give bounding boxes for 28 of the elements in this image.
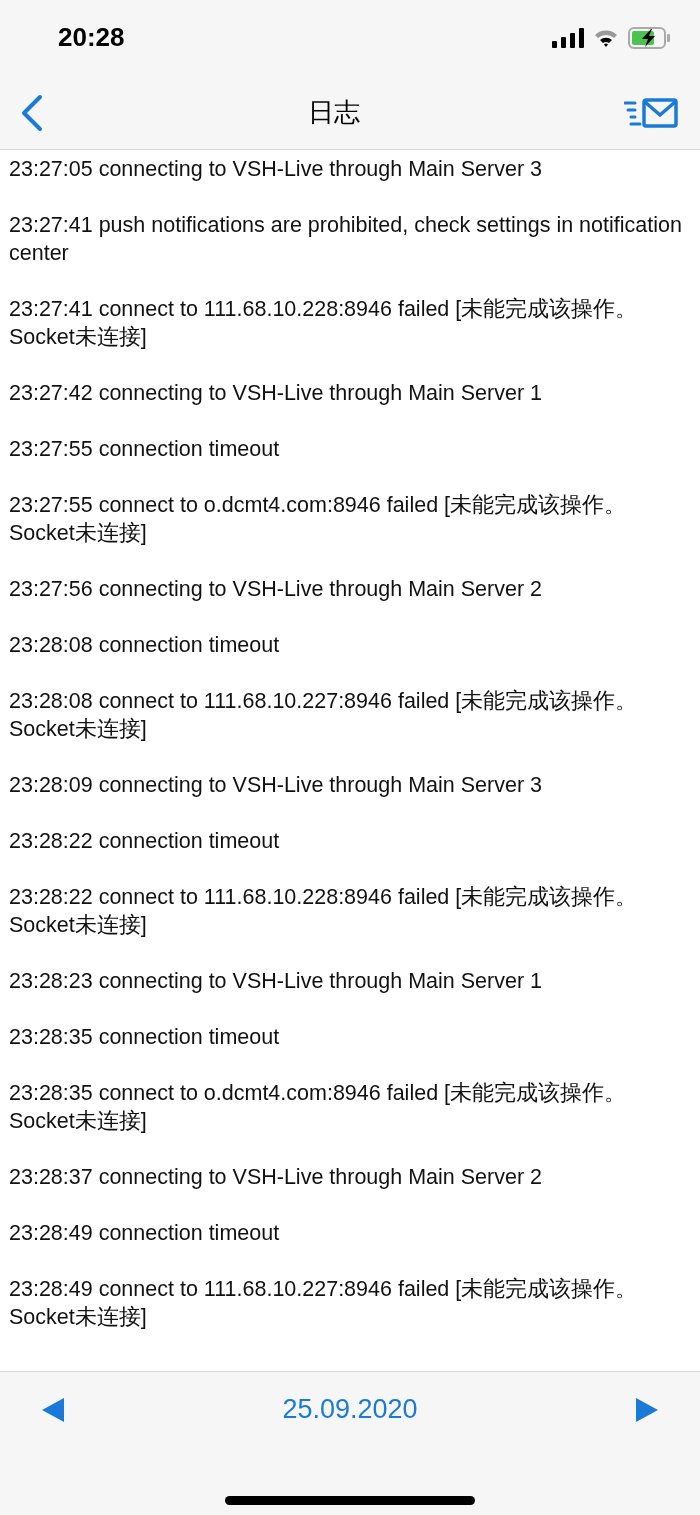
log-entry: 23:27:56 connecting to VSH-Live through Main Server 2 bbox=[9, 576, 544, 603]
battery-charging-icon bbox=[628, 27, 670, 49]
wifi-icon bbox=[594, 29, 618, 47]
log-entry: 23:28:35 connect to o.dcmt4.com:8946 failed [未能完成该操作。Socket未连接] bbox=[9, 1080, 628, 1135]
log-entry: 23:28:08 connection timeout bbox=[9, 632, 281, 659]
log-entry: 23:28:09 connecting to VSH-Live through Main Server 3 bbox=[9, 772, 544, 799]
date-label: 25.09.2020 bbox=[282, 1394, 418, 1425]
previous-day-button[interactable] bbox=[42, 1397, 64, 1422]
log-entry: 23:28:49 connect to 111.68.10.227:8946 failed [未能完成该操作。Socket未连接] bbox=[9, 1276, 639, 1331]
signal-icon bbox=[552, 28, 584, 48]
log-entry: 23:28:35 connection timeout bbox=[9, 1024, 281, 1051]
send-mail-button[interactable] bbox=[624, 97, 678, 128]
back-button[interactable] bbox=[20, 93, 44, 132]
log-entry: 23:27:05 connecting to VSH-Live through Main Server 3 bbox=[9, 156, 544, 183]
log-entry: 23:28:37 connecting to VSH-Live through Main Server 2 bbox=[9, 1164, 544, 1191]
log-entry: 23:28:22 connect to 111.68.10.228:8946 failed [未能完成该操作。Socket未连接] bbox=[9, 884, 639, 939]
log-entry: 23:27:42 connecting to VSH-Live through Main Server 1 bbox=[9, 380, 544, 407]
log-entry: 23:28:23 connecting to VSH-Live through Main Server 1 bbox=[9, 968, 544, 995]
log-entry: 23:27:55 connect to o.dcmt4.com:8946 failed [未能完成该操作。Socket未连接] bbox=[9, 492, 628, 547]
log-entry: 23:27:41 push notifications are prohibited, check settings in notification center bbox=[9, 212, 683, 267]
log-entry: 23:28:08 connect to 111.68.10.227:8946 failed [未能完成该操作。Socket未连接] bbox=[9, 688, 639, 743]
log-entry: 23:28:49 connection timeout bbox=[9, 1220, 281, 1247]
status-time: 20:28 bbox=[58, 21, 125, 53]
log-entry: 23:27:55 connection timeout bbox=[9, 436, 281, 463]
nav-title: 日志 bbox=[308, 96, 360, 129]
next-day-button[interactable] bbox=[636, 1397, 658, 1422]
log-entry: 23:27:41 connect to 111.68.10.228:8946 failed [未能完成该操作。Socket未连接] bbox=[9, 296, 639, 351]
log-entry: 23:28:22 connection timeout bbox=[9, 828, 281, 855]
